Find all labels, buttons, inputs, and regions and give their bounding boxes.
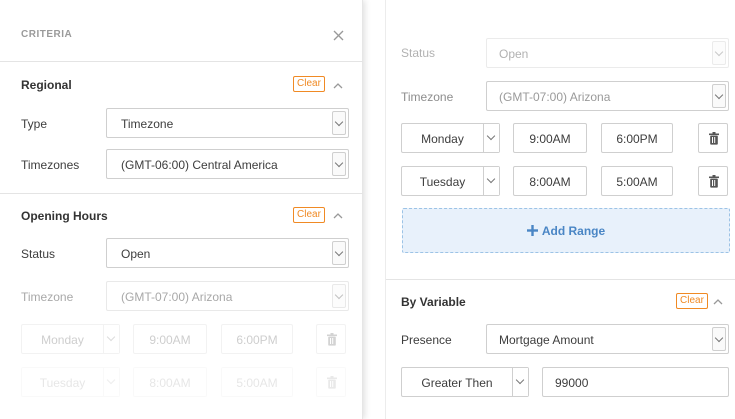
status-label: Status (401, 46, 436, 60)
status-label: Status (21, 247, 56, 261)
end-time-value: 5:00AM (616, 175, 658, 189)
by-variable-title: By Variable (401, 295, 466, 309)
chevron-down-icon (332, 152, 346, 176)
amount-input[interactable]: 99000 (542, 367, 729, 397)
end-time-value: 5:00AM (236, 376, 278, 390)
timezone-select[interactable]: (GMT-07:00) Arizona (106, 281, 349, 311)
trash-icon (709, 175, 719, 188)
timezone-value: (GMT-07:00) Arizona (121, 290, 233, 304)
start-time-input[interactable]: 9:00AM (133, 324, 207, 354)
presence-label: Presence (401, 333, 452, 347)
timezones-select[interactable]: (GMT-06:00) Central America (106, 149, 349, 179)
delete-range-button[interactable] (316, 367, 346, 397)
clear-button[interactable]: Clear (293, 76, 325, 92)
day-value: Monday (41, 333, 84, 347)
add-range-text: Add Range (541, 224, 606, 238)
delete-range-button[interactable] (698, 123, 728, 153)
amount-value: 99000 (555, 376, 589, 390)
add-range-button[interactable]: Add Range (402, 208, 730, 253)
trash-icon (327, 333, 337, 346)
chevron-down-icon (712, 327, 726, 351)
timezones-value: (GMT-06:00) Central America (121, 158, 278, 172)
chevron-down-icon (103, 368, 119, 396)
status-value: Open (499, 47, 529, 61)
criteria-panel: CRITERIA Regional Clear Type Timezone Ti… (0, 0, 363, 419)
timezone-value: (GMT-07:00) Arizona (499, 90, 611, 104)
day-select[interactable]: Monday (21, 324, 120, 354)
type-value: Timezone (121, 117, 174, 131)
start-time-value: 9:00AM (529, 132, 571, 146)
close-icon[interactable] (333, 30, 344, 41)
end-time-value: 6:00PM (616, 132, 658, 146)
day-select[interactable]: Monday (401, 123, 500, 153)
operator-value: Greater Then (421, 376, 493, 390)
trash-icon (709, 132, 719, 145)
end-time-input[interactable]: 5:00AM (601, 166, 673, 196)
timezone-label: Timezone (401, 90, 454, 104)
presence-value: Mortgage Amount (499, 333, 594, 347)
chevron-down-icon (332, 241, 346, 265)
status-select[interactable]: Open (106, 238, 349, 268)
criteria-header: CRITERIA (0, 0, 363, 62)
end-time-input[interactable]: 6:00PM (601, 123, 673, 153)
section-divider (0, 193, 363, 194)
section-divider (386, 279, 735, 280)
clear-button[interactable]: Clear (293, 207, 325, 223)
start-time-input[interactable]: 8:00AM (513, 166, 587, 196)
opening-hours-panel: Status Open Timezone (GMT-07:00) Arizona… (385, 0, 735, 419)
chevron-down-icon (483, 167, 499, 195)
end-time-input[interactable]: 6:00PM (221, 324, 293, 354)
day-value: Tuesday (39, 376, 86, 390)
day-select[interactable]: Tuesday (401, 166, 500, 196)
regional-title: Regional (21, 78, 72, 92)
timezone-label: Timezone (21, 290, 74, 304)
timezones-label: Timezones (21, 158, 80, 172)
day-select[interactable]: Tuesday (21, 367, 120, 397)
status-select[interactable]: Open (486, 38, 729, 68)
start-time-value: 9:00AM (149, 333, 191, 347)
chevron-down-icon (103, 325, 119, 353)
clear-button[interactable]: Clear (676, 293, 708, 309)
type-select[interactable]: Timezone (106, 108, 349, 138)
start-time-input[interactable]: 8:00AM (133, 367, 207, 397)
day-value: Monday (421, 132, 464, 146)
chevron-down-icon (332, 284, 346, 308)
end-time-value: 6:00PM (236, 333, 278, 347)
criteria-title: CRITERIA (21, 29, 73, 40)
plus-icon (526, 225, 538, 236)
chevron-down-icon (332, 111, 346, 135)
start-time-value: 8:00AM (529, 175, 571, 189)
status-value: Open (121, 247, 151, 261)
chevron-down-icon (712, 41, 726, 65)
trash-icon (327, 376, 337, 389)
chevron-up-icon[interactable] (712, 296, 724, 308)
delete-range-button[interactable] (316, 324, 346, 354)
operator-select[interactable]: Greater Then (401, 367, 529, 397)
start-time-value: 8:00AM (149, 376, 191, 390)
start-time-input[interactable]: 9:00AM (513, 123, 587, 153)
chevron-down-icon (512, 368, 528, 396)
chevron-up-icon[interactable] (332, 80, 344, 92)
delete-range-button[interactable] (698, 166, 728, 196)
type-label: Type (21, 117, 48, 131)
presence-select[interactable]: Mortgage Amount (486, 324, 729, 354)
chevron-down-icon (483, 124, 499, 152)
chevron-up-icon[interactable] (332, 210, 344, 222)
opening-hours-title: Opening Hours (21, 209, 108, 223)
timezone-select[interactable]: (GMT-07:00) Arizona (486, 81, 729, 111)
chevron-down-icon (712, 84, 726, 108)
day-value: Tuesday (419, 175, 466, 189)
add-range-label: Add Range (403, 224, 729, 238)
end-time-input[interactable]: 5:00AM (221, 367, 293, 397)
